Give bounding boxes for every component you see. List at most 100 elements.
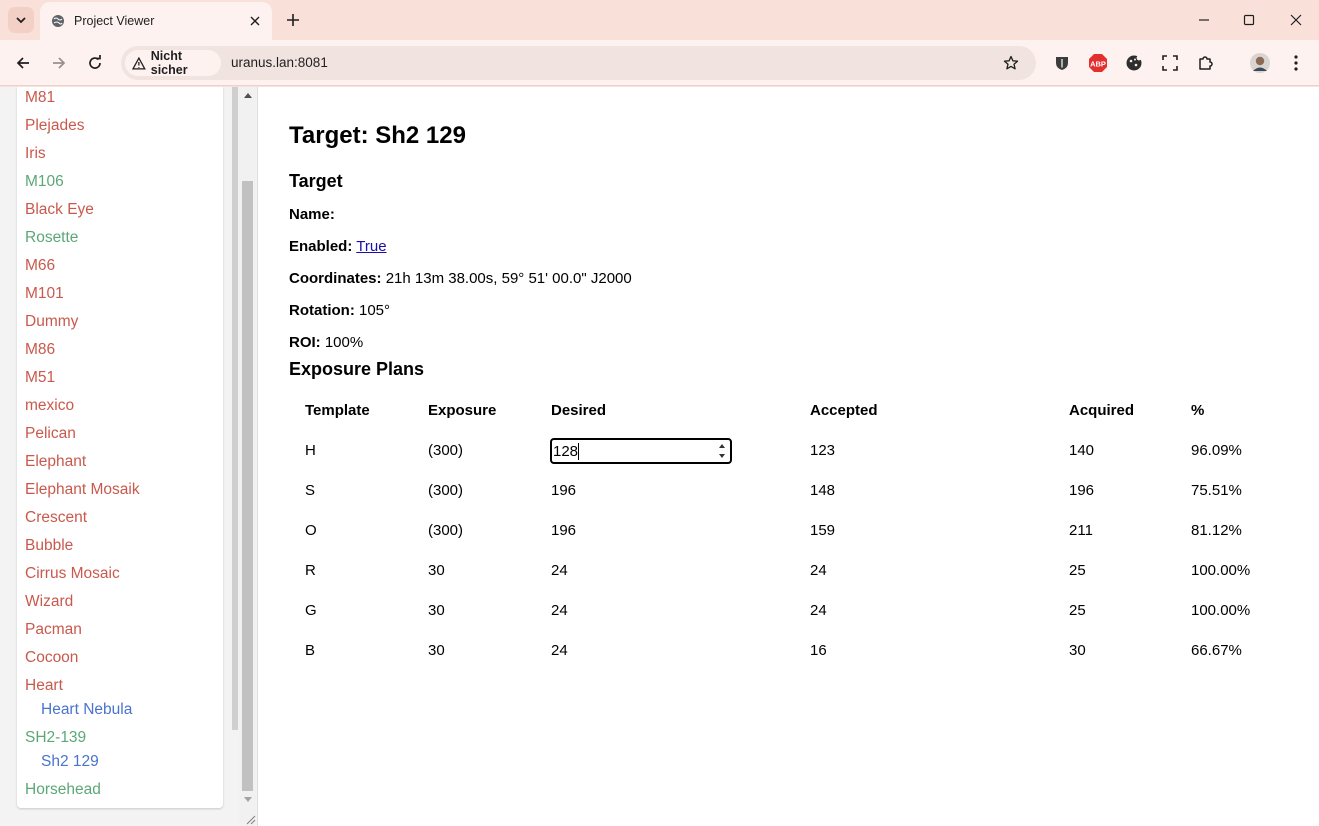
svg-text:ABP: ABP bbox=[1090, 60, 1106, 69]
cookie-icon[interactable] bbox=[1122, 51, 1146, 75]
tab-search-button[interactable] bbox=[8, 7, 34, 33]
security-label: Nicht sicher bbox=[150, 49, 188, 77]
new-tab-button[interactable] bbox=[283, 10, 303, 30]
cell-acquired: 30 bbox=[1069, 642, 1086, 659]
cell-desired: 24 bbox=[551, 602, 568, 619]
minimize-icon bbox=[1199, 19, 1209, 21]
cell-accepted: 159 bbox=[810, 522, 836, 539]
cell-accepted: 24 bbox=[810, 562, 827, 579]
menu-kebab-icon[interactable] bbox=[1284, 51, 1308, 75]
coordinates-label: Coordinates: bbox=[289, 270, 382, 287]
avatar[interactable] bbox=[1248, 51, 1272, 75]
cell-template: O bbox=[305, 522, 317, 539]
sidebar-item[interactable]: Pacman bbox=[25, 621, 82, 639]
enabled-toggle-link[interactable]: True bbox=[356, 238, 386, 255]
cell-desired: 24 bbox=[551, 562, 568, 579]
scroll-down-icon[interactable] bbox=[239, 791, 256, 808]
cell-percent: 96.09% bbox=[1191, 442, 1242, 459]
back-button[interactable] bbox=[11, 51, 35, 75]
cell-template: B bbox=[305, 642, 316, 659]
cell-accepted: 24 bbox=[810, 602, 827, 619]
sidebar-item[interactable]: Horsehead bbox=[25, 781, 101, 799]
cell-exposure: (300) bbox=[428, 482, 464, 499]
maximize-button[interactable] bbox=[1239, 10, 1259, 30]
spinner-arrows-icon[interactable] bbox=[717, 441, 727, 461]
rotation-field: Rotation: 105° bbox=[289, 302, 390, 319]
warning-icon bbox=[132, 56, 146, 70]
cell-exposure: 30 bbox=[428, 642, 445, 659]
scroll-up-icon[interactable] bbox=[239, 87, 256, 104]
sidebar-item[interactable]: SH2-139 bbox=[25, 729, 86, 747]
sidebar-item[interactable]: Dummy bbox=[25, 313, 78, 331]
cell-template: R bbox=[305, 562, 316, 579]
sidebar-item[interactable]: Crescent bbox=[25, 509, 87, 527]
rotation-label: Rotation: bbox=[289, 302, 355, 319]
sidebar-item[interactable]: M101 bbox=[25, 285, 64, 303]
sidebar-item[interactable]: Cirrus Mosaic bbox=[25, 565, 120, 583]
cell-accepted: 123 bbox=[810, 442, 836, 459]
sidebar-item[interactable]: M66 bbox=[25, 257, 55, 275]
scrollbar[interactable] bbox=[239, 87, 256, 826]
sidebar-item[interactable]: M81 bbox=[25, 89, 55, 107]
sidebar-item[interactable]: mexico bbox=[25, 397, 74, 415]
sidebar-item[interactable]: Heart Nebula bbox=[41, 701, 132, 719]
close-icon[interactable] bbox=[246, 12, 264, 30]
sidebar-item[interactable]: Elephant Mosaik bbox=[25, 481, 140, 499]
name-label: Name: bbox=[289, 206, 335, 223]
tab-strip: Project Viewer bbox=[0, 0, 1319, 40]
reload-button[interactable] bbox=[83, 51, 107, 75]
security-chip[interactable]: Nicht sicher bbox=[125, 49, 221, 77]
address-bar[interactable]: Nicht sicher uranus.lan:8081 bbox=[121, 46, 1036, 80]
sidebar-item[interactable]: Elephant bbox=[25, 453, 86, 471]
sidebar-item[interactable]: Sh2 129 bbox=[41, 753, 99, 771]
cell-exposure: 30 bbox=[428, 602, 445, 619]
page-title: Target: Sh2 129 bbox=[289, 122, 466, 149]
sidebar-item[interactable]: M51 bbox=[25, 369, 55, 387]
puzzle-icon[interactable] bbox=[1194, 51, 1218, 75]
sidebar-item[interactable]: Cocoon bbox=[25, 649, 78, 667]
star-icon[interactable] bbox=[1001, 53, 1021, 73]
scroll-thumb[interactable] bbox=[242, 181, 253, 791]
roi-field: ROI: 100% bbox=[289, 334, 363, 351]
cell-template: S bbox=[305, 482, 316, 499]
text-caret bbox=[578, 443, 579, 460]
sidebar-item[interactable]: M106 bbox=[25, 173, 64, 191]
sidebar-item[interactable]: Black Eye bbox=[25, 201, 94, 219]
roi-value: 100% bbox=[324, 334, 364, 351]
tree-scroll-track[interactable] bbox=[232, 87, 238, 730]
sidebar-item[interactable]: Iris bbox=[25, 145, 46, 163]
browser-tab[interactable]: Project Viewer bbox=[40, 2, 272, 40]
sidebar-item[interactable]: M86 bbox=[25, 341, 55, 359]
sidebar-item[interactable]: Pelican bbox=[25, 425, 76, 443]
sidebar-item[interactable]: Plejades bbox=[25, 117, 84, 135]
chevron-down-icon bbox=[16, 17, 26, 24]
resize-grip-icon[interactable] bbox=[244, 813, 256, 825]
sidebar-item[interactable]: Heart bbox=[25, 677, 63, 695]
sidebar-item[interactable]: Bubble bbox=[25, 537, 73, 555]
column-header-acquired: Acquired bbox=[1069, 402, 1135, 419]
desired-count-input[interactable]: 128 bbox=[550, 438, 732, 464]
desired-count-value: 128 bbox=[553, 443, 579, 460]
cell-exposure: (300) bbox=[428, 442, 464, 459]
close-window-button[interactable] bbox=[1286, 10, 1306, 30]
column-header-desired: Desired bbox=[551, 402, 607, 419]
column-header-accepted: Accepted bbox=[810, 402, 878, 419]
rotation-value: 105° bbox=[359, 302, 391, 319]
minimize-button[interactable] bbox=[1194, 10, 1214, 30]
enabled-label: Enabled: bbox=[289, 238, 353, 255]
cell-template: G bbox=[305, 602, 317, 619]
cell-percent: 100.00% bbox=[1191, 562, 1251, 579]
sidebar-item[interactable]: Rosette bbox=[25, 229, 78, 247]
cell-acquired: 196 bbox=[1069, 482, 1095, 499]
enabled-field: Enabled: True bbox=[289, 238, 387, 255]
cell-acquired: 140 bbox=[1069, 442, 1095, 459]
forward-button[interactable] bbox=[47, 51, 71, 75]
sidebar-item[interactable]: Wizard bbox=[25, 593, 73, 611]
cell-desired: 24 bbox=[551, 642, 568, 659]
url-text[interactable]: uranus.lan:8081 bbox=[231, 55, 328, 70]
cell-percent: 75.51% bbox=[1191, 482, 1242, 499]
maximize-icon bbox=[1243, 14, 1255, 26]
screenshot-icon[interactable] bbox=[1158, 51, 1182, 75]
bitwarden-icon[interactable] bbox=[1050, 51, 1074, 75]
adblock-icon[interactable]: ABP bbox=[1086, 51, 1110, 75]
